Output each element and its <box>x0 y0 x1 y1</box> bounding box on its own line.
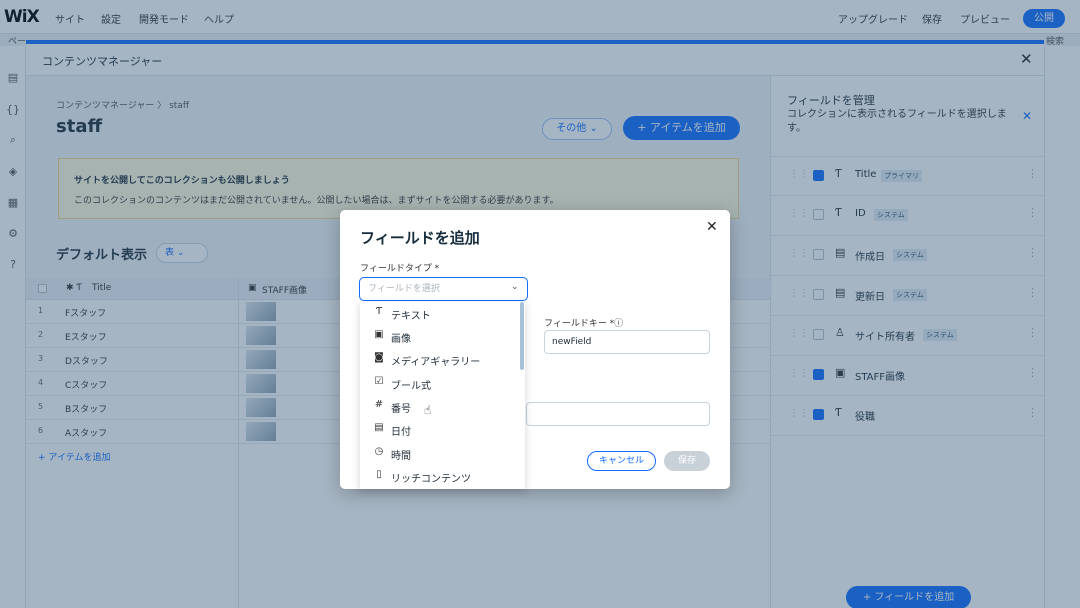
description-input[interactable] <box>526 402 710 426</box>
image-icon: ▣ <box>374 329 384 340</box>
option-label: ブール式 <box>391 381 431 392</box>
option-number[interactable]: # 番号 <box>360 395 520 418</box>
close-icon[interactable]: ✕ <box>706 219 718 235</box>
field-key-input[interactable]: newField <box>544 330 710 354</box>
field-key-label: フィールドキー *ⓘ <box>544 319 624 329</box>
checkbox-icon: ☑ <box>374 376 384 387</box>
option-label: 番号 <box>391 404 411 415</box>
option-image[interactable]: ▣ 画像 <box>360 325 520 348</box>
save-button[interactable]: 保存 <box>664 451 710 471</box>
field-type-label: フィールドタイプ * <box>360 264 440 274</box>
rich-content-icon: ▯ <box>376 469 382 480</box>
option-label: テキスト <box>391 311 431 322</box>
option-date[interactable]: ▤ 日付 <box>360 418 520 441</box>
field-type-select[interactable]: フィールドを選択 <box>359 277 528 301</box>
option-label: 時間 <box>391 451 411 462</box>
dialog-title: フィールドを追加 <box>360 229 480 247</box>
option-label: リッチコンテンツ <box>391 474 471 485</box>
option-rich-content[interactable]: ▯ リッチコンテンツ <box>360 465 520 488</box>
clock-icon: ◷ <box>374 446 384 457</box>
hash-icon: # <box>374 399 384 410</box>
field-type-dropdown: Ƭ テキスト ▣ 画像 ◙ メディアギャラリー ☑ ブール式 # 番号 ▤ 日付… <box>360 302 525 489</box>
option-boolean[interactable]: ☑ ブール式 <box>360 372 520 395</box>
dropdown-scrollbar[interactable] <box>520 302 524 370</box>
cancel-button[interactable]: キャンセル <box>587 451 656 471</box>
option-media-gallery[interactable]: ◙ メディアギャラリー <box>360 348 520 371</box>
gallery-icon: ◙ <box>374 352 384 363</box>
option-label: 日付 <box>391 427 411 438</box>
add-field-dialog: フィールドを追加 ✕ フィールドタイプ * フィールドを選択 ⌄ フィールドキー… <box>340 210 730 489</box>
option-label: メディアギャラリー <box>391 357 481 368</box>
option-label: 画像 <box>391 334 411 345</box>
option-time[interactable]: ◷ 時間 <box>360 442 520 465</box>
calendar-icon: ▤ <box>374 422 384 433</box>
chevron-down-icon[interactable]: ⌄ <box>511 282 519 292</box>
option-text[interactable]: Ƭ テキスト <box>360 302 520 325</box>
hand-cursor-icon: ☝ <box>424 403 432 417</box>
text-icon: Ƭ <box>375 306 383 317</box>
